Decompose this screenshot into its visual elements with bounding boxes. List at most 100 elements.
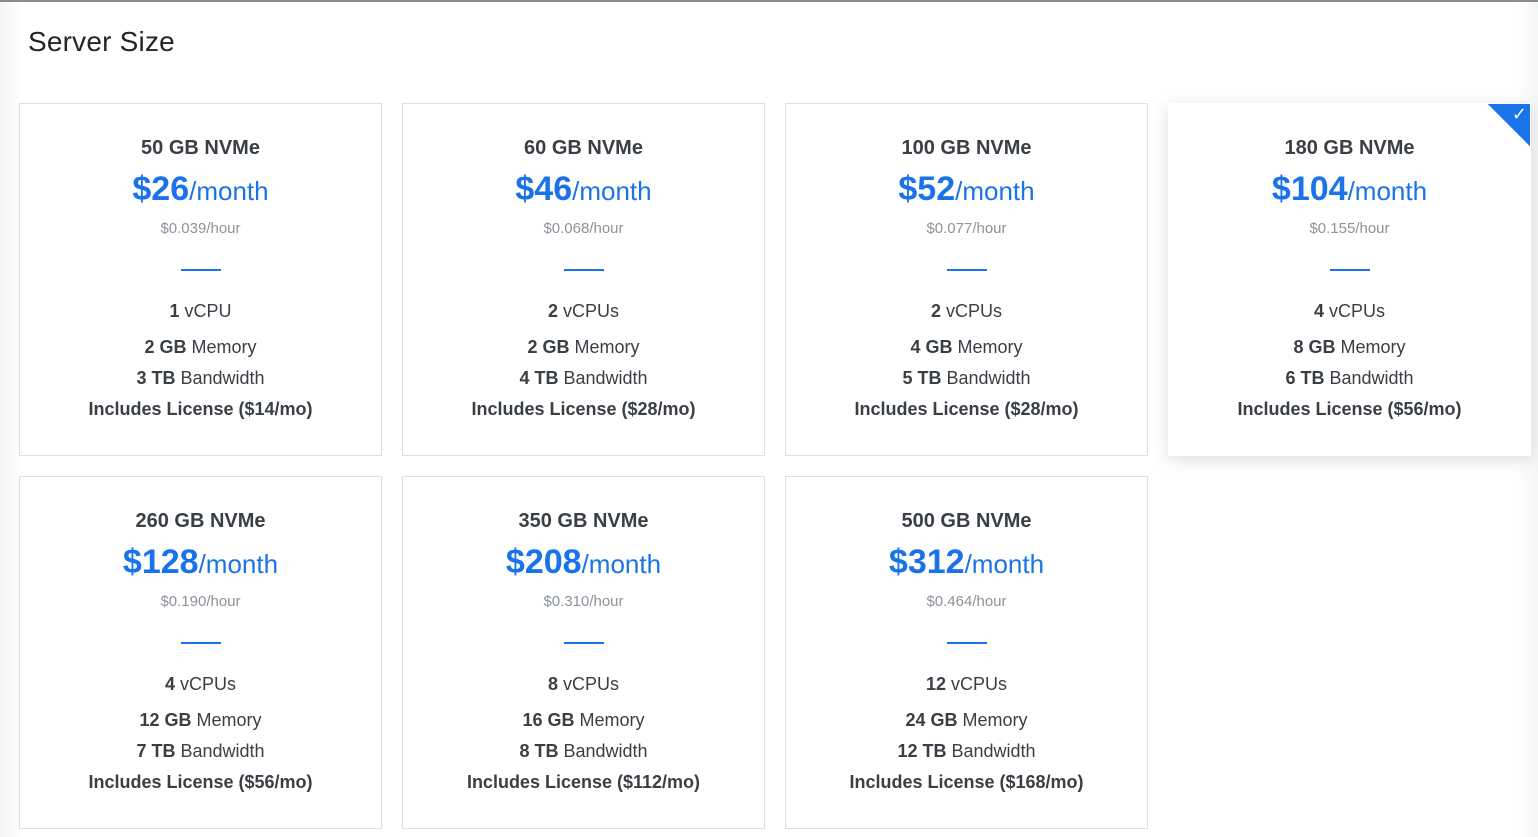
plan-divider: [564, 269, 604, 271]
plan-disk: 260 GB NVMe: [135, 510, 266, 532]
plan-cpu: 4 vCPUs: [20, 674, 381, 695]
plan-memory-amount: 4 GB: [910, 337, 953, 357]
plan-divider: [1330, 269, 1370, 271]
plan-divider: [947, 642, 987, 644]
plan-bandwidth: 7 TB Bandwidth: [20, 741, 381, 762]
plan-cpu-label: vCPUs: [946, 301, 1003, 321]
plan-bandwidth-label: Bandwidth: [563, 368, 648, 388]
plan-license: Includes License ($28/mo): [854, 399, 1079, 419]
plan-cpu-label: vCPUs: [180, 674, 237, 694]
plan-license: Includes License ($112/mo): [466, 772, 701, 792]
plan-card-100gb[interactable]: 100 GB NVMe $52/month $0.077/hour 2 vCPU…: [785, 103, 1148, 456]
plan-memory: 24 GB Memory: [786, 710, 1147, 731]
plan-cpu-count: 4: [1313, 301, 1324, 321]
plan-price: $208/month: [403, 543, 764, 582]
plan-cpu: 2 vCPUs: [786, 301, 1147, 322]
plan-memory-amount: 8 GB: [1293, 337, 1336, 357]
plan-hourly: $0.190/hour: [160, 593, 241, 610]
plan-bandwidth: 8 TB Bandwidth: [403, 741, 764, 762]
plan-disk: 500 GB NVMe: [901, 510, 1032, 532]
plan-bandwidth-amount: 5 TB: [902, 368, 942, 388]
plan-bandwidth: 5 TB Bandwidth: [786, 368, 1147, 389]
plan-bandwidth-amount: 6 TB: [1285, 368, 1325, 388]
plan-license: Includes License ($168/mo): [849, 772, 1084, 792]
plan-price-amount: $104: [1271, 170, 1348, 208]
plan-divider: [181, 269, 221, 271]
plan-memory: 12 GB Memory: [20, 710, 381, 731]
plan-cpu-count: 12: [925, 674, 946, 694]
plan-price-unit: /month: [189, 176, 269, 206]
plan-price: $128/month: [20, 543, 381, 582]
plan-disk: 350 GB NVMe: [518, 510, 649, 532]
plan-card-260gb[interactable]: 260 GB NVMe $128/month $0.190/hour 4 vCP…: [19, 476, 382, 829]
plan-cpu: 4 vCPUs: [1169, 301, 1530, 322]
checkmark-icon: ✓: [1511, 104, 1527, 125]
plan-price: $52/month: [786, 170, 1147, 209]
plan-cpu-count: 1: [169, 301, 180, 321]
plan-bandwidth-amount: 3 TB: [136, 368, 176, 388]
plan-bandwidth-amount: 7 TB: [136, 741, 176, 761]
plan-bandwidth-label: Bandwidth: [180, 368, 265, 388]
plan-memory-amount: 12 GB: [139, 710, 192, 730]
plan-card-500gb[interactable]: 500 GB NVMe $312/month $0.464/hour 12 vC…: [785, 476, 1148, 829]
plan-cpu-label: vCPUs: [563, 674, 620, 694]
plan-card-50gb[interactable]: 50 GB NVMe $26/month $0.039/hour 1 vCPU …: [19, 103, 382, 456]
plan-price-unit: /month: [964, 549, 1045, 579]
plan-price-amount: $46: [515, 170, 573, 208]
plan-memory-label: Memory: [1340, 337, 1406, 357]
plan-license: Includes License ($56/mo): [1237, 399, 1462, 419]
plan-card-350gb[interactable]: 350 GB NVMe $208/month $0.310/hour 8 vCP…: [402, 476, 765, 829]
plan-memory: 16 GB Memory: [403, 710, 764, 731]
plan-price-amount: $52: [898, 170, 956, 208]
plan-hourly: $0.039/hour: [160, 220, 241, 237]
plan-license: Includes License ($28/mo): [471, 399, 696, 419]
plan-cpu-count: 2: [547, 301, 558, 321]
plan-cpu-label: vCPUs: [951, 674, 1008, 694]
plan-price-amount: $128: [122, 543, 199, 581]
plan-bandwidth-amount: 12 TB: [897, 741, 947, 761]
page-title: Server Size: [28, 26, 175, 57]
plan-price-amount: $26: [132, 170, 190, 208]
plan-bandwidth-label: Bandwidth: [946, 368, 1031, 388]
plan-bandwidth: 4 TB Bandwidth: [403, 368, 764, 389]
plan-disk: 50 GB NVMe: [141, 137, 260, 159]
plan-bandwidth-label: Bandwidth: [180, 741, 265, 761]
plan-memory-label: Memory: [579, 710, 645, 730]
plan-bandwidth-amount: 8 TB: [519, 741, 559, 761]
plan-memory: 8 GB Memory: [1169, 337, 1530, 358]
plan-license: Includes License ($56/mo): [88, 772, 313, 792]
plan-memory-label: Memory: [957, 337, 1023, 357]
plan-cpu: 1 vCPU: [20, 301, 381, 322]
plan-card-180gb-selected[interactable]: ✓ 180 GB NVMe $104/month $0.155/hour 4 v…: [1168, 103, 1531, 456]
plan-hourly: $0.464/hour: [926, 593, 1007, 610]
plan-cpu: 2 vCPUs: [403, 301, 764, 322]
plan-memory-label: Memory: [191, 337, 257, 357]
server-size-grid: 50 GB NVMe $26/month $0.039/hour 1 vCPU …: [19, 103, 1532, 837]
plan-memory-amount: 16 GB: [522, 710, 575, 730]
plan-disk: 60 GB NVMe: [524, 137, 643, 159]
plan-price-amount: $312: [888, 543, 965, 581]
plan-price-unit: /month: [198, 549, 279, 579]
plan-bandwidth-amount: 4 TB: [519, 368, 559, 388]
plan-disk: 100 GB NVMe: [901, 137, 1032, 159]
plan-card-60gb[interactable]: 60 GB NVMe $46/month $0.068/hour 2 vCPUs…: [402, 103, 765, 456]
plan-bandwidth-label: Bandwidth: [1329, 368, 1414, 388]
plan-memory: 4 GB Memory: [786, 337, 1147, 358]
plan-cpu-count: 4: [164, 674, 175, 694]
plan-price: $104/month: [1169, 170, 1530, 209]
plan-price-amount: $208: [505, 543, 582, 581]
plan-cpu-label: vCPU: [184, 301, 232, 321]
plan-cpu-label: vCPUs: [1329, 301, 1386, 321]
plan-hourly: $0.077/hour: [926, 220, 1007, 237]
plan-memory-amount: 2 GB: [527, 337, 570, 357]
plan-memory-amount: 24 GB: [905, 710, 958, 730]
plan-memory-amount: 2 GB: [144, 337, 187, 357]
plan-cpu-count: 8: [547, 674, 558, 694]
plan-price: $312/month: [786, 543, 1147, 582]
plan-disk: 180 GB NVMe: [1284, 137, 1415, 159]
plan-divider: [181, 642, 221, 644]
plan-divider: [564, 642, 604, 644]
plan-cpu: 12 vCPUs: [786, 674, 1147, 695]
plan-cpu-count: 2: [930, 301, 941, 321]
plan-cpu-label: vCPUs: [563, 301, 620, 321]
